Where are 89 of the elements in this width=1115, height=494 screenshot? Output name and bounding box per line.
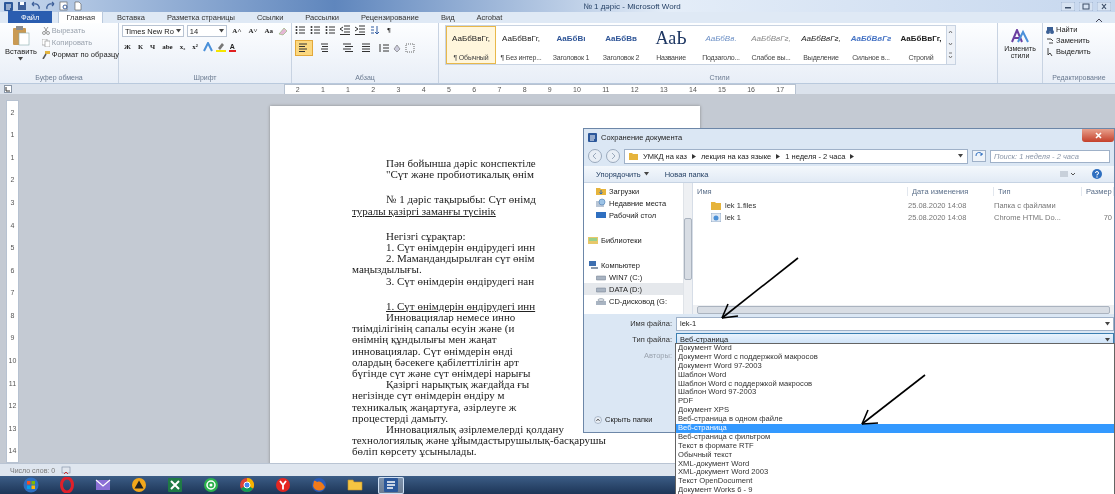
binoculars-icon (1046, 25, 1054, 34)
copy-icon (41, 38, 50, 47)
caret-icon (219, 29, 225, 33)
refresh-icon[interactable] (972, 150, 986, 162)
document-text-line: техникалық жаңартуға, әзірлеуге ж (352, 401, 517, 413)
shading-icon[interactable] (392, 43, 402, 53)
folder-icon (629, 152, 638, 160)
close-button[interactable] (1082, 129, 1114, 142)
scrollbar[interactable] (693, 305, 1114, 314)
disc-drive-icon (596, 296, 606, 306)
cursor-icon (1046, 47, 1054, 56)
annotation-arrow (861, 374, 926, 425)
chevron-right-icon (850, 153, 855, 159)
line-spacing-icon[interactable] (379, 43, 389, 53)
spreadsheet-icon[interactable] (167, 477, 183, 493)
document-icon[interactable] (383, 477, 399, 493)
change-styles-icon (1011, 29, 1029, 43)
increase-indent-icon[interactable] (355, 25, 365, 35)
document-text-line: 3. Сүт өнімдерін өндірудегі нан (386, 275, 535, 287)
close-icon (1094, 132, 1102, 139)
word-icon[interactable] (4, 1, 13, 11)
desktop-icon (596, 210, 606, 220)
collapse-ribbon-icon[interactable] (1095, 17, 1103, 23)
text-effects-icon[interactable] (202, 42, 213, 52)
proofing-icon[interactable] (61, 465, 72, 475)
document-text-line: 1. Сүт өнімдерін өндірудегі инн (386, 242, 536, 254)
document-text-line: 2. Мамандандырылған сүт өнім (386, 253, 535, 265)
computer-icon (588, 260, 598, 270)
decrease-indent-icon[interactable] (340, 25, 350, 35)
document-text-line: бүгінде сүт және сүт өнімдері нарығы (352, 368, 531, 380)
word-icon (588, 133, 597, 142)
chevron-right-icon (776, 153, 781, 159)
library-icon (588, 235, 598, 245)
scrollbar[interactable] (683, 183, 692, 314)
window-title: № 1 дәріс - Microsoft Word (582, 1, 682, 11)
align-icon[interactable] (295, 40, 313, 56)
taskbar-button[interactable] (378, 476, 404, 494)
ruler-toggle-icon[interactable] (4, 85, 12, 93)
undo-icon[interactable] (31, 1, 41, 11)
document-text-line: Негізгі сұрақтар: (386, 230, 466, 242)
save-icon[interactable] (17, 1, 27, 11)
start-button[interactable] (23, 477, 39, 493)
document-text-line: негізінде сүт өнімдерін өндіру м (352, 390, 505, 402)
document-text-line: туралы қазіргі заманғы түсінік (352, 205, 496, 217)
caret-icon (1105, 321, 1110, 326)
help-icon[interactable] (1092, 169, 1102, 179)
multilevel-list-icon[interactable] (325, 25, 335, 35)
collapse-icon (594, 415, 602, 424)
envelope-icon[interactable] (95, 477, 111, 493)
folder-icon (711, 200, 721, 210)
document-text-line: 1. Сүт өнімдерін өндірудегі инн (386, 300, 536, 313)
document-text-line: тиімділігінің сапалы өсуін және (и (352, 323, 515, 335)
caret-icon (175, 29, 181, 33)
print-preview-icon[interactable] (59, 1, 69, 11)
chevron-right-icon (691, 153, 696, 159)
document-text-line: өнімнің құндылығы мен жаңат (352, 334, 497, 346)
document-text-line: бөліп көрсету ұсынылады. (352, 446, 477, 458)
folder-icon (596, 186, 606, 196)
clipboard-icon (11, 26, 30, 46)
document-text-line: Инновациялар немесе инно (386, 312, 516, 324)
browser-icon[interactable] (239, 477, 255, 493)
document-text-line: инновациялар. Сүт өнімдерін өнді (352, 345, 513, 357)
caret-icon (18, 57, 24, 61)
highlighter-icon[interactable] (215, 42, 226, 52)
document-text-line: Қазіргі нарықтық жағдайда ғы (386, 379, 530, 391)
recent-places-icon (596, 198, 606, 208)
close-icon[interactable] (1097, 1, 1111, 11)
document-text-line: технологиялық және ұйымдастырушылық-басқарушы (352, 435, 606, 447)
web-file-icon (711, 212, 721, 222)
bullets-icon[interactable] (295, 25, 305, 35)
document-text-line: процестерді дамыту. (352, 412, 448, 425)
y-icon[interactable] (275, 477, 291, 493)
replace-icon (1046, 36, 1054, 45)
caret-icon (958, 154, 963, 158)
document-text-line: Пән бойынша дәріс конспектіле (386, 158, 536, 170)
sort-icon[interactable] (370, 25, 380, 35)
redo-icon[interactable] (45, 1, 55, 11)
caret-icon (643, 172, 649, 176)
document-text-line: маңыздылығы. (352, 264, 422, 276)
maximize-icon[interactable] (1079, 1, 1093, 11)
document-text-line: Инновациялық әзірлемелерді қолдану (386, 424, 564, 436)
minimize-icon[interactable] (1061, 1, 1075, 11)
scissors-icon (41, 26, 50, 35)
document-text-line: "Сүт және пробиотикалық өнім (386, 169, 534, 181)
numbering-icon[interactable] (310, 25, 320, 35)
paintbrush-icon (41, 50, 50, 59)
view-options-icon[interactable] (1060, 170, 1076, 178)
ring-icon[interactable] (59, 477, 75, 493)
document-text-line: № 1 дәріс тақырыбы: Сүт өнімд (386, 194, 536, 206)
